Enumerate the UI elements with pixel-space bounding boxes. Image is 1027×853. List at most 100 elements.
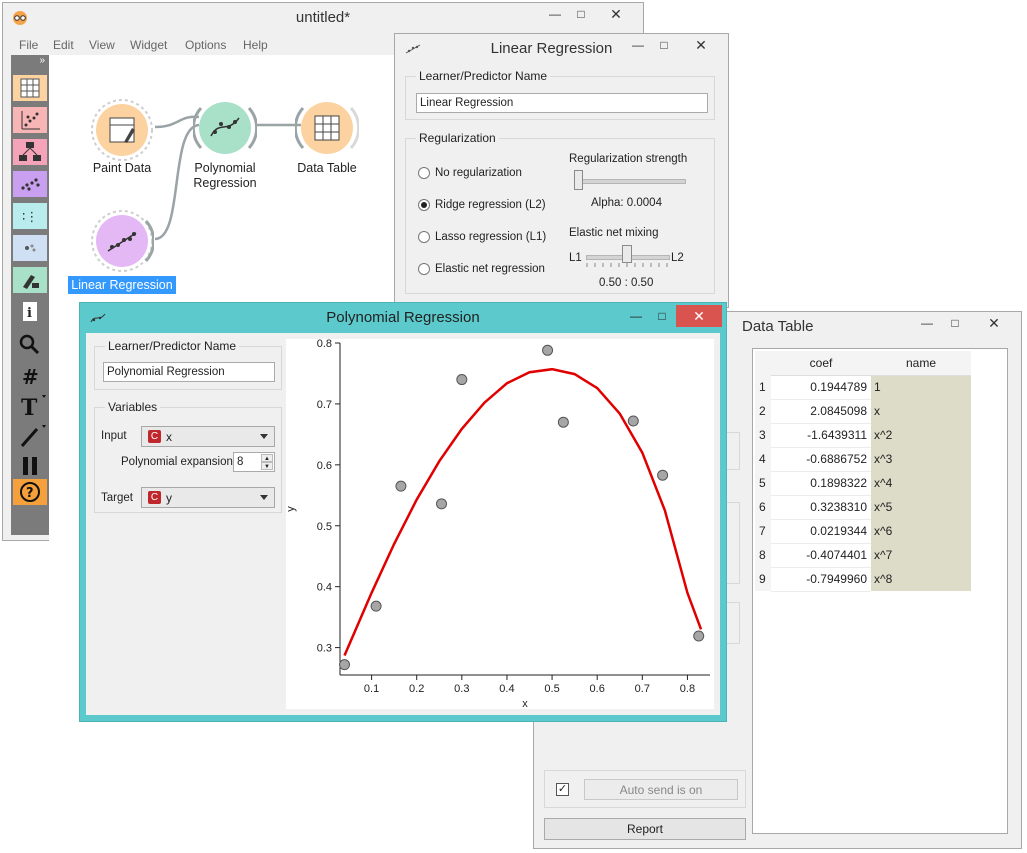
elastic-net-mixing-label: Elastic net mixing bbox=[569, 227, 659, 239]
row-number: 6 bbox=[755, 495, 771, 519]
help-icon[interactable]: ? bbox=[13, 479, 47, 505]
maximize-button[interactable]: □ bbox=[567, 3, 595, 25]
widget-category-icon[interactable] bbox=[13, 235, 47, 261]
pr-maximize-button[interactable]: □ bbox=[648, 305, 676, 327]
pr-name-input[interactable]: Polynomial Regression bbox=[103, 362, 275, 382]
data-point bbox=[370, 600, 382, 612]
target-variable-select[interactable]: C y bbox=[141, 487, 275, 508]
input-variable-select[interactable]: C x bbox=[141, 426, 275, 447]
no-regularization-label: No regularization bbox=[435, 167, 522, 179]
regularization-strength-slider[interactable] bbox=[574, 170, 583, 190]
menu-view[interactable]: View bbox=[89, 38, 115, 52]
name-cell: x^8 bbox=[871, 567, 971, 591]
table-row[interactable]: 5 0.1898322 x^4 bbox=[755, 471, 971, 496]
name-cell: x^3 bbox=[871, 447, 971, 471]
minimize-button[interactable]: — bbox=[541, 3, 569, 25]
add-ons-icon[interactable] bbox=[13, 267, 47, 293]
search-icon[interactable] bbox=[13, 331, 47, 357]
table-row[interactable]: 1 0.1944789 1 bbox=[755, 375, 971, 400]
grid-icon[interactable]: # bbox=[13, 363, 47, 389]
coef-cell: 0.3238310 bbox=[771, 495, 871, 520]
polynomial-regression-titlebar: Polynomial Regression — □ ✕ bbox=[80, 303, 726, 333]
lr-name-group: Learner/Predictor Name Linear Regression bbox=[405, 69, 715, 120]
paint-data-node[interactable] bbox=[90, 98, 154, 162]
visualize-icon[interactable] bbox=[13, 107, 47, 133]
x-axis-title: x bbox=[522, 698, 528, 709]
regularization-strength-label: Regularization strength bbox=[569, 153, 688, 165]
lr-maximize-button[interactable]: □ bbox=[650, 34, 678, 56]
menu-options[interactable]: Options bbox=[185, 38, 226, 52]
regularization-strength-track bbox=[574, 179, 686, 184]
data-icon[interactable] bbox=[13, 75, 47, 101]
linear-regression-node[interactable] bbox=[90, 209, 156, 273]
row-number: 8 bbox=[755, 543, 771, 567]
continuous-variable-icon: C bbox=[148, 491, 161, 504]
y-tick-label: 0.6 bbox=[317, 460, 332, 472]
unsupervised-icon[interactable] bbox=[13, 171, 47, 197]
lr-name-input[interactable]: Linear Regression bbox=[416, 93, 708, 113]
menu-widget[interactable]: Widget bbox=[130, 38, 167, 52]
row-number: 4 bbox=[755, 447, 771, 471]
continuous-variable-icon: C bbox=[148, 430, 161, 443]
row-number: 3 bbox=[755, 423, 771, 447]
table-row[interactable]: 2 2.0845098 x bbox=[755, 399, 971, 424]
auto-send-button[interactable]: Auto send is on bbox=[584, 779, 738, 800]
model-icon[interactable] bbox=[13, 139, 47, 165]
x-tick-label: 0.4 bbox=[499, 683, 514, 695]
data-point bbox=[557, 416, 569, 428]
input-label: Input bbox=[101, 430, 127, 442]
spin-down-icon[interactable]: ▼ bbox=[261, 462, 273, 470]
lr-close-button[interactable]: ✕ bbox=[678, 34, 724, 56]
text-annotation-icon[interactable]: T bbox=[13, 393, 47, 421]
data-point bbox=[657, 469, 669, 481]
evaluate-icon[interactable]: ∶⋮ bbox=[13, 203, 47, 229]
menu-file[interactable]: File bbox=[19, 38, 38, 52]
table-row[interactable]: 6 0.3238310 x^5 bbox=[755, 495, 971, 520]
coef-column-header[interactable]: coef bbox=[771, 351, 871, 376]
no-regularization-radio[interactable] bbox=[418, 167, 430, 179]
coefficients-table: coef name 1 0.1944789 1 2 2.0845098 x 3 -1.64… bbox=[755, 351, 971, 592]
pr-minimize-button[interactable]: — bbox=[622, 305, 650, 327]
variables-group-label: Variables bbox=[105, 400, 161, 414]
regression-plot-area[interactable]: 0.3 0.4 0.5 0.6 0.7 0.8 0.1 0.2 0.3 0.4 0.5 0.6 0.7 0… bbox=[286, 339, 714, 709]
pr-close-button[interactable]: ✕ bbox=[676, 305, 722, 327]
polynomial-regression-node[interactable] bbox=[191, 96, 259, 160]
lr-minimize-button[interactable]: — bbox=[624, 34, 652, 56]
pause-icon[interactable] bbox=[13, 453, 47, 479]
polynomial-regression-label-line2: Regression bbox=[193, 176, 257, 190]
dt-maximize-button[interactable]: □ bbox=[941, 312, 969, 334]
dt-minimize-button[interactable]: — bbox=[913, 312, 941, 334]
menu-edit[interactable]: Edit bbox=[53, 38, 74, 52]
dt-close-button[interactable]: ✕ bbox=[971, 312, 1017, 334]
table-row[interactable]: 8 -0.4074401 x^7 bbox=[755, 543, 971, 568]
elastic-net-mixing-slider[interactable] bbox=[622, 245, 632, 263]
table-row[interactable]: 7 0.0219344 x^6 bbox=[755, 519, 971, 544]
lasso-regression-radio[interactable] bbox=[418, 231, 430, 243]
table-row[interactable]: 3 -1.6439311 x^2 bbox=[755, 423, 971, 448]
table-row[interactable]: 4 -0.6886752 x^3 bbox=[755, 447, 971, 472]
data-table-node[interactable] bbox=[293, 96, 361, 160]
coefficients-table-view[interactable]: coef name 1 0.1944789 1 2 2.0845098 x 3 -1.64… bbox=[752, 348, 1008, 834]
table-row[interactable]: 9 -0.7949960 x^8 bbox=[755, 567, 971, 592]
data-table-label: Data Table bbox=[297, 161, 357, 175]
polynomial-expansion-spinbox[interactable]: 8 ▲ ▼ bbox=[233, 452, 275, 472]
close-button[interactable]: ✕ bbox=[593, 3, 639, 25]
toolbox-collapse-button[interactable]: » bbox=[11, 55, 49, 73]
spin-up-icon[interactable]: ▲ bbox=[261, 454, 273, 462]
auto-send-checkbox[interactable]: ✓ bbox=[556, 783, 569, 796]
name-column-header[interactable]: name bbox=[871, 351, 971, 376]
target-label: Target bbox=[101, 492, 133, 504]
menu-help[interactable]: Help bbox=[243, 38, 268, 52]
arrow-annotation-icon[interactable] bbox=[13, 423, 47, 449]
data-point bbox=[456, 374, 468, 386]
name-cell: x bbox=[871, 399, 971, 423]
ridge-regression-radio[interactable] bbox=[418, 199, 430, 211]
elastic-net-radio[interactable] bbox=[418, 263, 430, 275]
report-button[interactable]: Report bbox=[544, 818, 746, 840]
info-icon[interactable]: i bbox=[13, 299, 47, 325]
svg-text:#: # bbox=[22, 365, 39, 389]
lr-name-group-label: Learner/Predictor Name bbox=[416, 69, 551, 83]
linear-regression-label[interactable]: Linear Regression bbox=[68, 276, 176, 294]
coef-cell: -0.6886752 bbox=[771, 447, 871, 472]
elastic-net-mixing-ticks bbox=[586, 263, 668, 267]
